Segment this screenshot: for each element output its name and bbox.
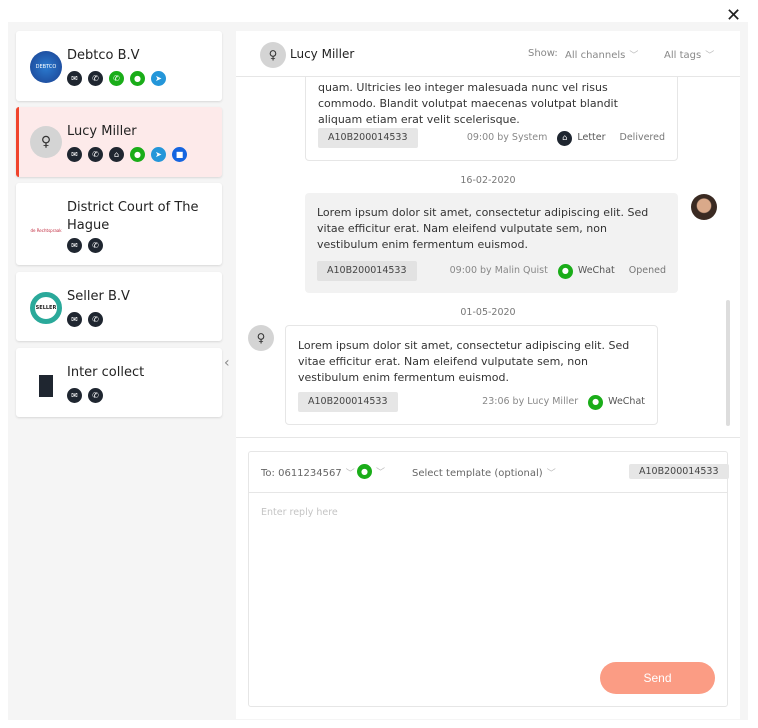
message-meta: 09:00 by Malin Quist xyxy=(449,265,548,276)
chevron-down-icon: ﹀ xyxy=(629,51,639,61)
chevron-down-icon: ﹀ xyxy=(376,468,386,478)
wechat-icon: ● xyxy=(557,263,573,279)
telegram-icon[interactable]: ➤ xyxy=(151,147,166,162)
contact-card-seller[interactable]: SELLER Seller B.V ✉ ✆ xyxy=(16,272,222,341)
to-label: To: xyxy=(261,468,275,479)
send-button[interactable]: Send xyxy=(600,662,715,694)
date-separator: 01-05-2020 xyxy=(460,307,516,318)
message-meta: 23:06 by Lucy Miller xyxy=(482,396,579,407)
channel-select[interactable]: ● ﹀ xyxy=(357,464,385,479)
contact-card-debtco[interactable]: DEBTCO Debtco B.V ✉ ✆ ✆ ● ➤ xyxy=(16,31,222,101)
letter-home-icon: ⌂ xyxy=(557,130,573,146)
message-item: Lorem ipsum dolor sit amet, consectetur … xyxy=(285,325,658,425)
composer-tag[interactable]: A10B200014533 xyxy=(629,464,729,479)
wechat-icon[interactable]: ● xyxy=(130,147,145,162)
telegram-icon[interactable]: ➤ xyxy=(151,71,166,86)
contact-name: Lucy Miller xyxy=(67,124,137,139)
message-tag[interactable]: A10B200014533 xyxy=(318,128,418,148)
contact-title: Lucy Miller xyxy=(290,47,355,61)
contact-card-inter-collect[interactable]: Inter collect ✉ ✆ xyxy=(16,348,222,417)
female-avatar-icon: ♀ xyxy=(248,325,274,351)
message-status: Delivered xyxy=(619,132,665,143)
contact-name: Seller B.V xyxy=(67,289,130,304)
email-icon[interactable]: ✉ xyxy=(67,388,82,403)
date-separator: 16-02-2020 xyxy=(460,175,516,186)
wechat-icon: ● xyxy=(588,394,604,410)
reply-input[interactable]: Enter reply here xyxy=(261,507,338,518)
reply-composer: To: 0611234567 ﹀ ● ﹀ Select template (opti… xyxy=(248,451,729,707)
message-channel: WeChat xyxy=(577,265,615,276)
scrollbar[interactable] xyxy=(726,300,730,426)
collapse-sidebar-chevron-icon[interactable]: ‹ xyxy=(224,355,230,371)
show-label: Show: xyxy=(528,48,558,59)
close-icon[interactable]: ✕ xyxy=(726,5,741,26)
contact-card-lucy-miller[interactable]: ♀ Lucy Miller ✉ ✆ ⌂ ● ➤ ■ xyxy=(16,107,222,177)
letter-home-icon[interactable]: ⌂ xyxy=(109,147,124,162)
wechat-icon[interactable]: ● xyxy=(130,71,145,86)
tags-filter-value: All tags xyxy=(664,50,702,61)
phone-icon[interactable]: ✆ xyxy=(88,147,103,162)
email-icon[interactable]: ✉ xyxy=(67,147,82,162)
contact-name: District Court of The Hague xyxy=(67,200,199,233)
email-icon[interactable]: ✉ xyxy=(67,71,82,86)
message-meta: 09:00 by System xyxy=(466,132,548,143)
message-item: quam. Ultricies leo integer malesuada nu… xyxy=(305,77,678,161)
channels-filter[interactable]: All channels ﹀ xyxy=(565,48,638,61)
message-text: Lorem ipsum dolor sit amet, consectetur … xyxy=(317,206,649,251)
template-placeholder: Select template (optional) xyxy=(412,468,543,479)
message-tag[interactable]: A10B200014533 xyxy=(317,261,417,281)
phone-icon[interactable]: ✆ xyxy=(88,71,103,86)
debtco-logo: DEBTCO xyxy=(30,51,62,83)
chat-icon[interactable]: ■ xyxy=(172,147,187,162)
email-icon[interactable]: ✉ xyxy=(67,312,82,327)
message-channel: WeChat xyxy=(608,396,645,407)
message-list: quam. Ultricies leo integer malesuada nu… xyxy=(236,77,740,437)
conversation-header: ♀ Lucy Miller Show: All channels ﹀ All ta… xyxy=(236,31,740,77)
composer-toolbar: To: 0611234567 ﹀ ● ﹀ Select template (opti… xyxy=(249,452,729,493)
message-text: Lorem ipsum dolor sit amet, consectetur … xyxy=(298,339,630,384)
rechtspraak-logo: de Rechtspraak xyxy=(30,228,62,233)
wechat-icon: ● xyxy=(357,464,372,479)
contact-name: Inter collect xyxy=(67,365,145,380)
contact-card-district-court[interactable]: de Rechtspraak District Court of The Hag… xyxy=(16,183,222,265)
female-avatar-icon: ♀ xyxy=(30,126,62,158)
message-status: Opened xyxy=(628,265,666,276)
building-icon xyxy=(30,370,62,402)
template-select[interactable]: Select template (optional) ﹀ xyxy=(412,466,556,479)
whatsapp-icon[interactable]: ✆ xyxy=(109,71,124,86)
chevron-down-icon: ﹀ xyxy=(705,51,715,61)
channels-filter-value: All channels xyxy=(565,50,626,61)
female-avatar-icon: ♀ xyxy=(260,42,286,68)
message-item: Lorem ipsum dolor sit amet, consectetur … xyxy=(305,193,678,293)
message-channel: Letter xyxy=(577,132,606,143)
message-text: quam. Ultricies leo integer malesuada nu… xyxy=(318,81,618,126)
recipient-select[interactable]: To: 0611234567 ﹀ xyxy=(261,466,355,479)
conversation-panel: ♀ Lucy Miller Show: All channels ﹀ All ta… xyxy=(236,31,740,719)
contact-name: Debtco B.V xyxy=(67,48,140,63)
phone-icon[interactable]: ✆ xyxy=(88,388,103,403)
email-icon[interactable]: ✉ xyxy=(67,238,82,253)
message-tag[interactable]: A10B200014533 xyxy=(298,392,398,412)
divider xyxy=(236,437,740,438)
phone-icon[interactable]: ✆ xyxy=(88,238,103,253)
seller-logo: SELLER xyxy=(30,292,62,324)
tags-filter[interactable]: All tags ﹀ xyxy=(664,48,714,61)
chevron-down-icon: ﹀ xyxy=(546,469,556,479)
to-value: 0611234567 xyxy=(278,468,342,479)
chevron-down-icon: ﹀ xyxy=(345,469,355,479)
phone-icon[interactable]: ✆ xyxy=(88,312,103,327)
agent-avatar xyxy=(691,194,717,220)
